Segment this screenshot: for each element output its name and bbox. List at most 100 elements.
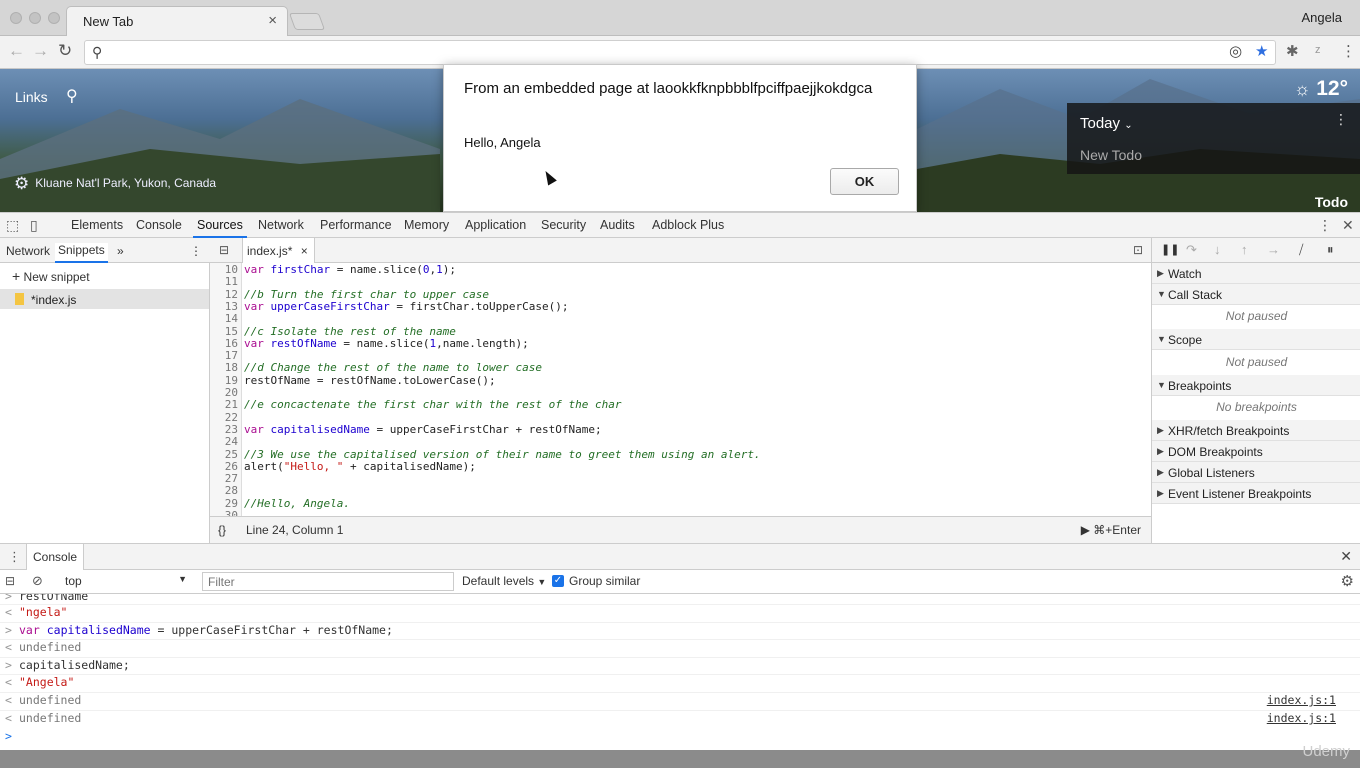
tab-sources[interactable]: Sources <box>193 218 247 238</box>
source-link[interactable]: index.js:1 <box>1267 692 1336 709</box>
step-icon[interactable]: → <box>1267 242 1280 257</box>
event-listener-breakpoints-section[interactable]: ▶ Event Listener Breakpoints <box>1152 483 1360 504</box>
group-similar-checkbox[interactable]: ✓ <box>552 575 564 587</box>
deactivate-breakpoints-icon[interactable]: ⧸ <box>1299 242 1303 258</box>
tab-security[interactable]: Security <box>541 218 586 232</box>
todo-more-icon[interactable]: ⋮ <box>1334 111 1348 128</box>
run-snippet-button[interactable]: ▶ ⌘+Enter <box>1081 523 1141 537</box>
chevron-down-icon: ⌄ <box>1124 120 1133 131</box>
page-search-icon[interactable]: ⚲ <box>66 86 78 106</box>
levels-dropdown[interactable]: Default levels ▼ <box>462 574 546 588</box>
code-line: //e concactenate the first char with the… <box>244 398 622 412</box>
menu-icon[interactable]: ⋮ <box>1341 42 1356 60</box>
cursor-position: Line 24, Column 1 <box>246 523 344 537</box>
window-minimize-button[interactable] <box>29 12 41 24</box>
todo-toggle[interactable]: Todo <box>1315 194 1348 210</box>
location-icon[interactable]: ◎ <box>1229 42 1242 60</box>
editor-tab-index-js[interactable]: index.js* × <box>242 238 315 263</box>
scope-status: Not paused <box>1225 355 1288 369</box>
line-number[interactable]: 18 <box>210 362 238 375</box>
clear-console-icon[interactable]: ⊘ <box>32 573 43 589</box>
toggle-debugger-icon[interactable]: ⊡ <box>1133 243 1143 257</box>
back-icon[interactable]: ← <box>8 41 25 61</box>
line-number[interactable]: 11 <box>210 275 238 288</box>
tab-console[interactable]: Console <box>136 218 182 232</box>
tab-close-icon[interactable]: × <box>268 12 277 29</box>
extension-z-icon[interactable]: z <box>1315 44 1321 56</box>
devtools-menu-icon[interactable]: ⋮ <box>1318 217 1332 234</box>
line-number[interactable]: 14 <box>210 312 238 325</box>
tab-performance[interactable]: Performance <box>320 218 392 232</box>
nav-tab-snippets[interactable]: Snippets <box>55 243 108 263</box>
console-message-text: undefined <box>19 640 82 654</box>
collapse-triangle-icon: ▼ <box>1157 380 1166 390</box>
code-area[interactable]: 10 11 12 13 14 15 16 17 18 19 20 21 22 23 24 25 26 27 28 29… <box>210 263 1151 516</box>
device-toolbar-icon[interactable]: ▯ <box>30 217 38 234</box>
tab-application[interactable]: Application <box>465 218 526 232</box>
toggle-navigator-icon[interactable]: ⊟ <box>219 243 229 257</box>
context-select[interactable]: top ▼ <box>58 572 190 591</box>
pause-on-exceptions-icon[interactable]: ⏸ <box>1327 242 1334 258</box>
editor-tab-close-icon[interactable]: × <box>301 244 308 258</box>
address-bar[interactable]: ⚲ <box>84 40 1276 65</box>
new-todo-input[interactable]: New Todo <box>1080 147 1142 163</box>
tab-elements[interactable]: Elements <box>71 218 123 232</box>
pretty-print-icon[interactable]: {} <box>218 523 226 537</box>
tab-memory[interactable]: Memory <box>404 218 449 232</box>
console-message: < "ngela" <box>0 604 1360 619</box>
weather-widget[interactable]: ☼ 12° <box>1294 77 1348 101</box>
scope-section[interactable]: ▼ Scope <box>1152 329 1360 350</box>
new-tab-button[interactable] <box>288 13 326 30</box>
window-zoom-button[interactable] <box>48 12 60 24</box>
extension-bug-icon[interactable]: ✱ <box>1286 42 1299 60</box>
bookmark-star-icon[interactable]: ★ <box>1255 42 1268 60</box>
todo-today-dropdown[interactable]: Today ⌄ <box>1080 115 1133 132</box>
line-number[interactable]: 15 <box>210 325 238 338</box>
group-similar-label: Group similar <box>569 574 641 588</box>
tab-audits[interactable]: Audits <box>600 218 635 232</box>
console-filter-input[interactable] <box>202 572 454 591</box>
tab-network[interactable]: Network <box>258 218 304 232</box>
global-listeners-section[interactable]: ▶ Global Listeners <box>1152 462 1360 483</box>
step-out-icon[interactable]: ↑ <box>1241 242 1248 257</box>
step-into-icon[interactable]: ↓ <box>1214 242 1221 257</box>
devtools-close-icon[interactable]: ✕ <box>1342 217 1354 234</box>
line-number[interactable]: 24 <box>210 435 238 448</box>
settings-gear-icon[interactable]: ⚙ <box>14 174 29 193</box>
snippet-file-item[interactable]: *index.js <box>0 289 209 309</box>
window-close-button[interactable] <box>10 12 22 24</box>
dom-breakpoints-section[interactable]: ▶ DOM Breakpoints <box>1152 441 1360 462</box>
source-link[interactable]: index.js:1 <box>1267 710 1336 727</box>
links-label[interactable]: Links <box>15 89 48 105</box>
xhr-breakpoints-section[interactable]: ▶ XHR/fetch Breakpoints <box>1152 420 1360 441</box>
step-over-icon[interactable]: ↷ <box>1186 242 1197 258</box>
breakpoints-section[interactable]: ▼ Breakpoints <box>1152 375 1360 396</box>
call-stack-section[interactable]: ▼ Call Stack <box>1152 284 1360 305</box>
profile-name[interactable]: Angela <box>1302 10 1342 25</box>
pause-icon[interactable]: ❚❚ <box>1161 243 1179 256</box>
drawer-menu-icon[interactable]: ⋮ <box>8 549 21 565</box>
tab-adblock-plus[interactable]: Adblock Plus <box>652 218 724 232</box>
drawer-close-icon[interactable]: ✕ <box>1340 548 1352 565</box>
console-message-text: undefined <box>19 711 82 725</box>
tab-new-tab[interactable]: New Tab × <box>66 6 288 37</box>
debugger-sidebar: ❚❚ ↷ ↓ ↑ → ⧸ ⏸ ▶ Watch ▼ Call Stack Not pa… <box>1151 238 1360 543</box>
forward-icon[interactable]: → <box>32 41 49 61</box>
dialog-message: Hello, Angela <box>464 135 541 150</box>
drawer-tab-console[interactable]: Console <box>26 544 85 570</box>
ok-button[interactable]: OK <box>830 168 899 195</box>
line-number[interactable]: 28 <box>210 485 238 498</box>
console-sidebar-icon[interactable]: ⊟ <box>5 574 15 588</box>
more-tabs-chevron-icon[interactable]: » <box>117 244 124 258</box>
nav-tab-network[interactable]: Network <box>6 244 50 258</box>
reload-icon[interactable]: ↻ <box>58 41 72 61</box>
console-settings-gear-icon[interactable]: ⚙ <box>1341 572 1354 590</box>
inspect-element-icon[interactable]: ⬚ <box>6 217 19 234</box>
watch-section[interactable]: ▶ Watch <box>1152 263 1360 284</box>
new-snippet-button[interactable]: + New snippet <box>12 268 90 284</box>
console-output[interactable]: > restOfName < "ngela" > var capitalisedName … <box>0 594 1360 750</box>
line-number[interactable]: 21 <box>210 398 238 411</box>
code-line: //d Change the rest of the name to lower… <box>244 361 543 375</box>
line-number[interactable]: 25 <box>210 448 238 461</box>
navigator-menu-icon[interactable]: ⋮ <box>190 244 202 258</box>
